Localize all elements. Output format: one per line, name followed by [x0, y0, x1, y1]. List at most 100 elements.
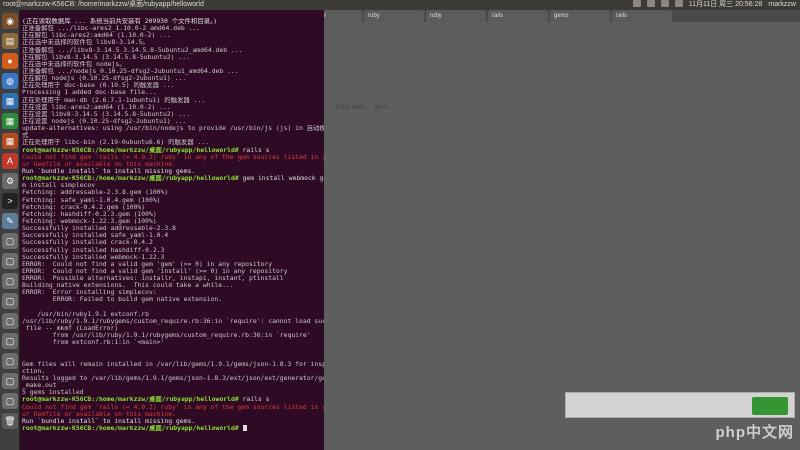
- shell-prompt: root@markzzw-K56CB:/home/markzzw/桌面/ruby…: [22, 396, 239, 404]
- terminal-line: Fetching: webmock-1.22.3.gem (100%): [22, 217, 157, 225]
- terminal-line: 正在设置 libc-ares2:amd64 (1.10.0-2) ...: [22, 103, 171, 111]
- trash-icon[interactable]: 🗑: [2, 413, 18, 429]
- terminal-line: Successfully installed webmock-1.22.3: [22, 253, 165, 261]
- terminal-line: 5 gems installed: [22, 389, 84, 397]
- terminal-line: root@markzzw-K56CB:/home/markzzw/桌面/ruby…: [22, 425, 324, 432]
- office-impress-icon[interactable]: ▦: [2, 133, 18, 149]
- terminal-line: from extconf.rb:1:in `<main>': [22, 339, 165, 347]
- terminal-line: _make.out: [22, 382, 57, 390]
- settings-icon[interactable]: ⚙: [2, 173, 18, 189]
- app-icon-8[interactable]: ▢: [2, 373, 18, 389]
- editor-icon[interactable]: ✎: [2, 213, 18, 229]
- terminal-line: Could not find gem 'rails (= 4.0.2) ruby…: [22, 153, 324, 161]
- background-tab: ruby: [364, 10, 424, 22]
- clock[interactable]: 11月11日 周三 20:56:28: [689, 0, 763, 10]
- terminal-line: Run `bundle install` to install missing …: [22, 417, 196, 425]
- firefox-icon[interactable]: ●: [2, 53, 18, 69]
- office-calc-icon[interactable]: ▦: [2, 113, 18, 129]
- terminal-line: Successfully installed hashdiff-0.2.3: [22, 246, 165, 254]
- terminal-line: Fetching: hashdiff-0.2.3.gem (100%): [22, 210, 157, 218]
- terminal-line: 正在设置 libv8-3.14.5 (3.14.5.8-5ubuntu2) ..…: [22, 110, 190, 118]
- window-title: root@markzzw-K56CB: /home/markzzw/桌面/rub…: [3, 1, 204, 8]
- app-icon-4[interactable]: ▢: [2, 293, 18, 309]
- terminal-line: Gem files will remain installed in /var/…: [22, 360, 324, 368]
- terminal-line: ur Gemfile or available on this machine.: [22, 410, 176, 418]
- terminal-output[interactable]: (正在读取数据库 ... 系统当前共安装有 209930 个文件和目录。) 正准备…: [22, 18, 324, 450]
- terminal-line: Processing 1 added doc-base file...: [22, 89, 157, 97]
- terminal-line: 正在处理用于 doc-base (0.10.5) 的触发器 ...: [22, 82, 175, 90]
- input-method-icon[interactable]: [632, 0, 641, 7]
- terminal-line: 正准备解包 .../libc-ares2_1.10.0-2_amd64.deb …: [22, 25, 201, 33]
- terminal-line: /usr/lib/ruby/1.9.1/rubygems/custom_requ…: [22, 317, 324, 325]
- network-icon[interactable]: [646, 0, 655, 7]
- terminal-line: (正在读取数据库 ... 系统当前共安装有 209930 个文件和目录。): [22, 18, 218, 25]
- office-writer-icon[interactable]: ▦: [2, 93, 18, 109]
- terminal-line: 正在选中未选择的软件包 libv8-3.14.5。: [22, 39, 149, 47]
- top-panel: root@markzzw-K56CB: /home/markzzw/桌面/rub…: [0, 0, 800, 10]
- shell-prompt: root@markzzw-K56CB:/home/markzzw/桌面/ruby…: [22, 175, 239, 183]
- terminal-line: Building native extensions. This could t…: [22, 282, 234, 290]
- shell-command: gem install webmock ge: [238, 175, 324, 183]
- terminal-line: /usr/bin/ruby1.9.1 extconf.rb: [22, 310, 149, 318]
- terminal-line: root@markzzw-K56CB:/home/markzzw/桌面/ruby…: [22, 175, 324, 182]
- terminal-line: Successfully installed safe_yaml-1.0.4: [22, 232, 169, 240]
- terminal-line: 正在解包 libc-ares2:amd64 (1.10.0-2) ...: [22, 32, 171, 40]
- terminal-line: 正在处理用于 man-db (2.6.7.1-1ubuntu1) 的触发器 ..…: [22, 96, 206, 104]
- shell-command: rails s: [238, 146, 270, 154]
- software-center-icon[interactable]: A: [2, 153, 18, 169]
- terminal-line: Successfully installed crack-0.4.2: [22, 239, 153, 247]
- terminal-line: Results logged to /var/lib/gems/1.9.1/ge…: [22, 375, 324, 383]
- background-tab: rails: [488, 10, 548, 22]
- shell-command: rails s: [238, 396, 270, 404]
- app-icon-1[interactable]: ▢: [2, 233, 18, 249]
- terminal-line: update-alternatives: using /usr/bin/node…: [22, 125, 324, 133]
- terminal-line: ERROR: Could not find a valid gem 'insta…: [22, 267, 288, 275]
- terminal-line: 正准备解包 .../nodejs_0.10.25-dfsg2-2ubuntu1_…: [22, 67, 239, 75]
- app-icon-2[interactable]: ▢: [2, 253, 18, 269]
- app-icon-3[interactable]: ▢: [2, 273, 18, 289]
- terminal-line: Could not find gem 'rails (= 4.0.2) ruby…: [22, 403, 324, 411]
- background-tab: gems: [550, 10, 610, 22]
- terminal-window[interactable]: (正在读取数据库 ... 系统当前共安装有 209930 个文件和目录。) 正准备…: [20, 10, 324, 450]
- background-tab: ruby: [426, 10, 486, 22]
- mail-icon[interactable]: [674, 0, 683, 7]
- background-banner: [565, 392, 795, 418]
- terminal-line: ur Gemfile or available on this machine.: [22, 160, 176, 168]
- app-icon-9[interactable]: ▢: [2, 393, 18, 409]
- terminal-line: Run `bundle install` to install missing …: [22, 167, 196, 175]
- terminal-line: ction.: [22, 367, 46, 375]
- terminal-line: Fetching: safe_yaml-1.0.4.gem (100%): [22, 196, 161, 204]
- terminal-icon[interactable]: >: [2, 193, 18, 209]
- terminal-line: 正在选中未选择的软件包 nodejs。: [22, 60, 126, 68]
- watermark: php中文网: [715, 424, 794, 441]
- system-tray: 11月11日 周三 20:56:28 markzzw: [632, 0, 800, 10]
- terminal-line: Fetching: crack-0.4.2.gem (100%): [22, 203, 146, 211]
- background-banner-button[interactable]: [752, 397, 788, 415]
- files-icon[interactable]: ▤: [2, 33, 18, 49]
- terminal-line: root@markzzw-K56CB:/home/markzzw/桌面/ruby…: [22, 147, 324, 154]
- background-page-text: ...ruby rails ... gem ...: [330, 104, 396, 111]
- terminal-line: ERROR: Possible alternatives: installr, …: [22, 275, 284, 283]
- terminal-line: file -- mkmf (LoadError): [22, 325, 119, 333]
- terminal-line: m install simplecov: [22, 182, 96, 190]
- app-icon-6[interactable]: ▢: [2, 333, 18, 349]
- terminal-line: from /usr/lib/ruby/1.9.1/rubygems/custom…: [22, 332, 311, 340]
- terminal-line: 正在解包 nodejs (0.10.25-dfsg2-2ubuntu1) ...: [22, 75, 187, 83]
- chrome-icon[interactable]: ◍: [2, 73, 18, 89]
- app-icon-7[interactable]: ▢: [2, 353, 18, 369]
- terminal-line: 正准备解包 .../libv8-3.14.5_3.14.5.8-5ubuntu2…: [22, 46, 243, 54]
- terminal-line: Successfully installed addressable-2.3.8: [22, 225, 176, 233]
- volume-icon[interactable]: [660, 0, 669, 7]
- terminal-line: root@markzzw-K56CB:/home/markzzw/桌面/ruby…: [22, 396, 324, 403]
- user-menu[interactable]: markzzw: [768, 0, 796, 10]
- app-icon-5[interactable]: ▢: [2, 313, 18, 329]
- terminal-line: Fetching: addressable-2.3.8.gem (100%): [22, 189, 169, 197]
- launcher: ◉ ▤ ● ◍ ▦ ▦ ▦ A ⚙ > ✎ ▢ ▢ ▢ ▢ ▢ ▢ ▢ ▢ ▢ 🗑: [0, 10, 20, 450]
- dash-icon[interactable]: ◉: [2, 13, 18, 29]
- terminal-line: ERROR: Error installing simplecov:: [22, 289, 157, 297]
- terminal-line: 正在设置 nodejs (0.10.25-dfsg2-2ubuntu1) ...: [22, 117, 187, 125]
- shell-prompt: root@markzzw-K56CB:/home/markzzw/桌面/ruby…: [22, 146, 239, 154]
